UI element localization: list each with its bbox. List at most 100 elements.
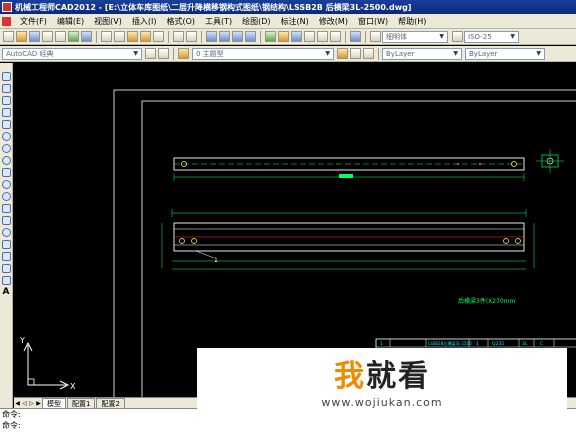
make-block-icon[interactable] — [1, 216, 11, 225]
paste-icon[interactable] — [127, 31, 138, 42]
ucs-icon: Y X — [19, 336, 76, 391]
draw-toolbar: A — [0, 63, 13, 408]
zoom-window-icon[interactable] — [232, 31, 243, 42]
help-icon[interactable] — [350, 31, 361, 42]
next-tab-icon[interactable]: ▷ — [28, 400, 35, 408]
menu-tools[interactable]: 工具(T) — [200, 16, 237, 27]
3d-dwf-icon[interactable] — [81, 31, 92, 42]
rectangle-icon[interactable] — [1, 120, 11, 129]
multiline-text-icon[interactable]: A — [2, 288, 11, 297]
first-tab-icon[interactable]: ◀ — [14, 400, 21, 408]
menu-help[interactable]: 帮助(H) — [393, 16, 431, 27]
dim-style-icon[interactable] — [452, 31, 463, 42]
sheet-set-icon[interactable] — [304, 31, 315, 42]
tool-palettes-icon[interactable] — [291, 31, 302, 42]
publish-icon[interactable] — [68, 31, 79, 42]
layer-manager-icon[interactable] — [178, 48, 189, 59]
make-current-layer-icon[interactable] — [337, 48, 348, 59]
text-style-dropdown[interactable]: 细明体 ▼ — [382, 30, 448, 43]
menu-window[interactable]: 窗口(W) — [353, 16, 393, 27]
menu-format[interactable]: 格式(O) — [161, 16, 200, 27]
workspace-dropdown[interactable]: AutoCAD 经典 ▼ — [2, 47, 142, 60]
menu-modify[interactable]: 修改(M) — [314, 16, 353, 27]
block-editor-icon[interactable] — [153, 31, 164, 42]
watermark-overlay: 我就看 www.wojiukan.com — [197, 348, 567, 422]
spline-icon[interactable] — [1, 168, 11, 177]
layer-dropdown[interactable]: 0 主题型 ▼ — [192, 47, 334, 60]
print-icon[interactable] — [42, 31, 53, 42]
new-file-icon[interactable] — [3, 31, 14, 42]
toolbar-separator — [345, 30, 346, 43]
color-dropdown[interactable]: ByLayer ▼ — [382, 47, 462, 60]
match-properties-icon[interactable] — [140, 31, 151, 42]
prev-tab-icon[interactable]: ◁ — [21, 400, 28, 408]
undo-icon[interactable] — [173, 31, 184, 42]
toolbar-separator — [173, 47, 174, 60]
construction-line-icon[interactable] — [1, 84, 11, 93]
menu-insert[interactable]: 插入(I) — [127, 16, 162, 27]
polygon-icon[interactable] — [1, 108, 11, 117]
chevron-down-icon: ▼ — [133, 50, 138, 57]
menu-dimension[interactable]: 标注(N) — [276, 16, 314, 27]
app-icon[interactable] — [2, 2, 12, 12]
title-block-cell: 1 — [476, 341, 479, 347]
last-tab-icon[interactable]: ▶ — [35, 400, 42, 408]
document-icon[interactable] — [2, 16, 11, 26]
cut-icon[interactable] — [101, 31, 112, 42]
insert-block-icon[interactable] — [1, 204, 11, 213]
text-style-icon[interactable] — [370, 31, 381, 42]
calculator-icon[interactable] — [330, 31, 341, 42]
zoom-realtime-icon[interactable] — [219, 31, 230, 42]
gradient-icon[interactable] — [1, 252, 11, 261]
beam-front-view: 1 — [161, 209, 535, 270]
workspace-save-icon[interactable] — [158, 48, 169, 59]
menu-draw[interactable]: 绘图(D) — [237, 16, 275, 27]
polyline-icon[interactable] — [1, 96, 11, 105]
watermark-url: www.wojiukan.com — [321, 396, 443, 409]
zoom-previous-icon[interactable] — [245, 31, 256, 42]
toolbar-separator — [96, 30, 97, 43]
drawing-svg: 1 后横梁3件(X270mm 1 LSSB2B后横梁3L-2500 1 Q235… — [19, 89, 576, 397]
layer-state-icon[interactable] — [363, 48, 374, 59]
layer-previous-icon[interactable] — [350, 48, 361, 59]
properties-icon[interactable] — [265, 31, 276, 42]
chevron-down-icon: ▼ — [510, 33, 515, 40]
point-icon[interactable] — [1, 228, 11, 237]
chevron-down-icon: ▼ — [439, 33, 444, 40]
tab-layout1[interactable]: 配置1 — [67, 398, 96, 408]
title-block-cell: LSSB2B后横梁3L-2500 — [428, 340, 472, 346]
pan-icon[interactable] — [206, 31, 217, 42]
title-block-cell: 3L — [522, 341, 528, 347]
callout-label: 1 — [214, 257, 218, 264]
tab-layout2[interactable]: 配置2 — [96, 398, 125, 408]
menu-file[interactable]: 文件(F) — [15, 16, 52, 27]
dim-style-dropdown[interactable]: ISO-25 ▼ — [464, 30, 519, 43]
chevron-down-icon: ▼ — [453, 50, 458, 57]
markup-icon[interactable] — [317, 31, 328, 42]
design-center-icon[interactable] — [278, 31, 289, 42]
color-value: ByLayer — [386, 49, 415, 58]
redo-icon[interactable] — [186, 31, 197, 42]
title-block-cell: 1 — [380, 341, 383, 347]
circle-icon[interactable] — [1, 144, 11, 153]
line-tool-icon[interactable] — [1, 72, 11, 81]
region-icon[interactable] — [1, 264, 11, 273]
menu-edit[interactable]: 编辑(E) — [52, 16, 89, 27]
table-icon[interactable] — [1, 276, 11, 285]
workspace-settings-icon[interactable] — [145, 48, 156, 59]
title-block-cell: Q235 — [492, 341, 504, 347]
copy-icon[interactable] — [114, 31, 125, 42]
hatch-icon[interactable] — [1, 240, 11, 249]
revision-cloud-icon[interactable] — [1, 156, 11, 165]
ellipse-arc-icon[interactable] — [1, 192, 11, 201]
linetype-dropdown[interactable]: ByLayer ▼ — [465, 47, 545, 60]
ellipse-icon[interactable] — [1, 180, 11, 189]
save-icon[interactable] — [29, 31, 40, 42]
drawing-canvas[interactable]: 1 后横梁3件(X270mm 1 LSSB2B后横梁3L-2500 1 Q235… — [14, 63, 576, 397]
open-file-icon[interactable] — [16, 31, 27, 42]
arc-icon[interactable] — [1, 132, 11, 141]
dim-style-value: ISO-25 — [468, 32, 492, 41]
tab-model[interactable]: 模型 — [42, 398, 66, 408]
menu-view[interactable]: 视图(V) — [89, 16, 127, 27]
print-preview-icon[interactable] — [55, 31, 66, 42]
